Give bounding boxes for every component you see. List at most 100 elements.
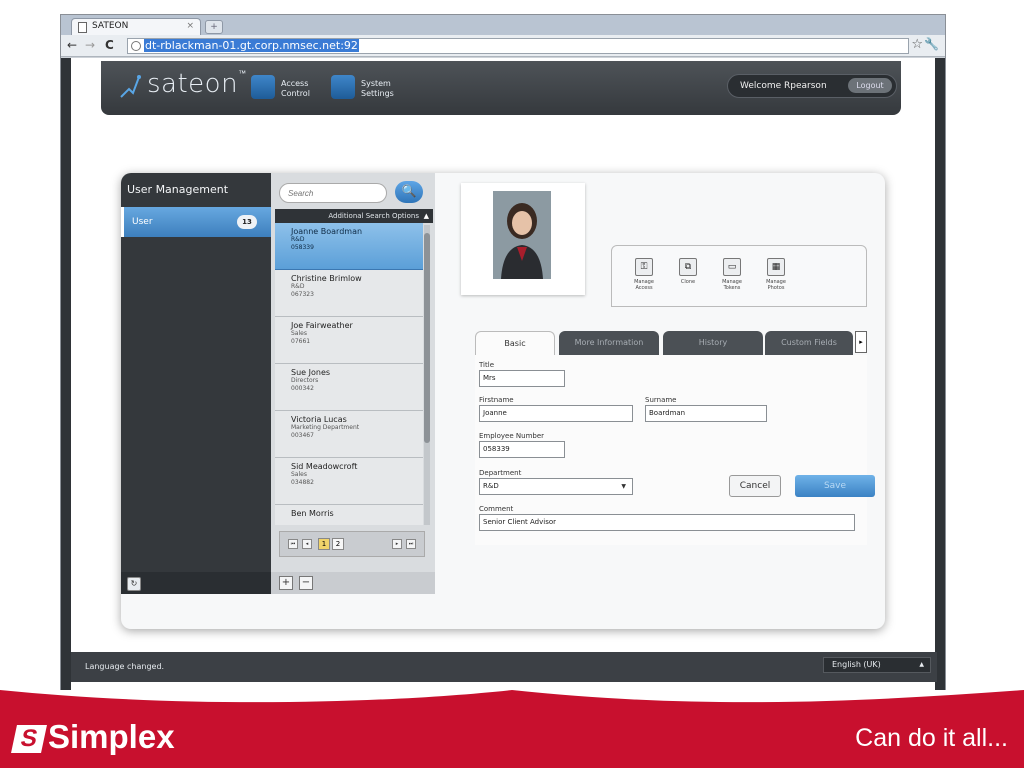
additional-search-options[interactable]: Additional Search Options ▲ <box>275 209 433 223</box>
comment-field[interactable]: Senior Client Advisor <box>479 514 855 531</box>
list-item[interactable]: Joe Fairweather Sales 07661 <box>275 317 423 364</box>
language-select[interactable]: English (UK) ▲ <box>823 657 931 673</box>
sidebar-title: User Management <box>127 183 229 196</box>
refresh-button[interactable]: ↻ <box>127 577 141 591</box>
list-item[interactable]: Joanne Boardman R&D 058339 <box>275 223 423 270</box>
star-icon[interactable]: ☆ <box>911 37 923 52</box>
comment-label: Comment <box>479 505 514 513</box>
user-number: 034882 <box>291 479 314 486</box>
user-name: Joe Fairweather <box>291 321 353 330</box>
employee-number-label: Employee Number <box>479 432 545 440</box>
user-list: Joanne Boardman R&D 058339 Christine Bri… <box>275 223 423 525</box>
list-footer: + − <box>271 572 435 594</box>
manage-access-button[interactable]: ⚿ Manage Access <box>626 258 662 291</box>
firstname-field[interactable]: Joanne <box>479 405 633 422</box>
list-scrollbar[interactable] <box>424 225 430 525</box>
welcome-pill: Welcome Rpearson Logout <box>727 74 897 98</box>
manage-photos-button[interactable]: ▦ Manage Photos <box>758 258 794 291</box>
employee-number-field[interactable]: 058339 <box>479 441 565 458</box>
add-user-button[interactable]: + <box>279 576 293 590</box>
scrollbar-thumb[interactable] <box>424 233 430 443</box>
browser-window: SATEON × + ← → C dt-rblackman-01.gt.corp… <box>60 14 946 690</box>
action-label-1: Clone <box>680 279 696 285</box>
browser-tab[interactable]: SATEON × <box>71 18 201 35</box>
tagline: Can do it all... <box>855 724 1008 752</box>
new-tab-button[interactable]: + <box>205 20 223 34</box>
simplex-logo: S Simplex <box>11 718 175 756</box>
basic-form: Title Mrs Firstname Joanne Surname Board… <box>475 355 867 545</box>
list-item[interactable]: Christine Brimlow R&D 067323 <box>275 270 423 317</box>
action-label-2: Tokens <box>723 285 741 291</box>
logout-button[interactable]: Logout <box>848 78 892 93</box>
caret-up-icon: ▲ <box>423 212 429 220</box>
prev-page-button[interactable]: ◂ <box>302 539 312 549</box>
remove-user-button[interactable]: − <box>299 576 313 590</box>
page-icon <box>78 22 87 33</box>
user-list-column: 🔍 Additional Search Options ▲ Joanne Boa… <box>271 173 435 594</box>
trademark: ™ <box>238 69 247 78</box>
user-number: 058339 <box>291 244 314 251</box>
last-page-button[interactable]: ⏭ <box>406 539 416 549</box>
tab-basic[interactable]: Basic <box>475 331 555 355</box>
chevron-down-icon: ▼ <box>621 483 626 490</box>
user-dept: Sales <box>291 330 307 337</box>
sateon-logo-icon <box>120 75 141 98</box>
forward-icon[interactable]: → <box>85 38 95 52</box>
first-page-button[interactable]: ⏮ <box>288 539 298 549</box>
page-left-edge <box>61 58 71 690</box>
user-dept: R&D <box>291 283 305 290</box>
tab-more-information[interactable]: More Information <box>559 331 659 355</box>
tab-history[interactable]: History <box>663 331 763 355</box>
user-name: Sid Meadowcroft <box>291 462 358 471</box>
page-right-edge <box>935 58 945 690</box>
user-name: Joanne Boardman <box>291 227 363 236</box>
page-1-button[interactable]: 1 <box>318 538 330 550</box>
action-label-2: Access <box>635 285 653 291</box>
next-page-button[interactable]: ▸ <box>392 539 402 549</box>
app-logo: sateon™ <box>147 69 247 99</box>
photo-card <box>461 183 585 295</box>
brand-name: Simplex <box>48 718 175 755</box>
save-button[interactable]: Save <box>795 475 875 497</box>
title-field[interactable]: Mrs <box>479 370 565 387</box>
clone-icon: ⧉ <box>679 258 697 276</box>
tab-scroll-right-icon[interactable]: ▸ <box>855 331 867 353</box>
user-number: 000342 <box>291 385 314 392</box>
user-management-panel: User Management User 13 ↻ 🔍 Additional S… <box>121 173 885 629</box>
additional-search-label: Additional Search Options <box>328 212 419 220</box>
title-label: Title <box>479 361 495 369</box>
user-count-badge: 13 <box>237 215 257 229</box>
close-icon[interactable]: × <box>186 21 194 31</box>
list-item[interactable]: Sue Jones Directors 000342 <box>275 364 423 411</box>
tab-custom-fields[interactable]: Custom Fields <box>765 331 853 355</box>
token-card-icon: ▭ <box>723 258 741 276</box>
cancel-button[interactable]: Cancel <box>729 475 781 497</box>
back-icon[interactable]: ← <box>67 38 77 52</box>
surname-field[interactable]: Boardman <box>645 405 767 422</box>
address-bar[interactable]: dt-rblackman-01.gt.corp.nmsec.net:92 <box>127 38 909 54</box>
nav-label-line1: System <box>361 79 391 88</box>
wrench-icon[interactable]: 🔧 <box>924 37 939 51</box>
key-icon: ⚿ <box>635 258 653 276</box>
list-item[interactable]: Victoria Lucas Marketing Department 0034… <box>275 411 423 458</box>
department-select[interactable]: R&D ▼ <box>479 478 633 495</box>
user-dept: Marketing Department <box>291 424 360 431</box>
reload-icon[interactable]: C <box>105 38 114 52</box>
search-button[interactable]: 🔍 <box>395 181 423 203</box>
page-content: sateon™ Access Control System Settings W… <box>61 58 945 690</box>
search-icon: 🔍 <box>401 184 417 198</box>
department-label: Department <box>479 469 522 477</box>
list-item[interactable]: Sid Meadowcroft Sales 034882 <box>275 458 423 505</box>
sidebar-item-user[interactable]: User 13 <box>121 207 271 237</box>
manage-tokens-button[interactable]: ▭ Manage Tokens <box>714 258 750 291</box>
action-bar: ⚿ Manage Access ⧉ Clone ▭ Manage Tokens … <box>611 245 867 307</box>
access-control-icon <box>251 75 275 99</box>
browser-tab-title: SATEON <box>92 21 129 31</box>
nav-system-settings-label: System Settings <box>361 79 421 99</box>
user-number: 003467 <box>291 432 314 439</box>
search-input[interactable] <box>279 183 387 203</box>
list-item[interactable]: Ben Morris <box>275 505 423 525</box>
clone-button[interactable]: ⧉ Clone <box>670 258 706 285</box>
page-2-button[interactable]: 2 <box>332 538 344 550</box>
tab-strip: SATEON × + <box>61 15 945 35</box>
